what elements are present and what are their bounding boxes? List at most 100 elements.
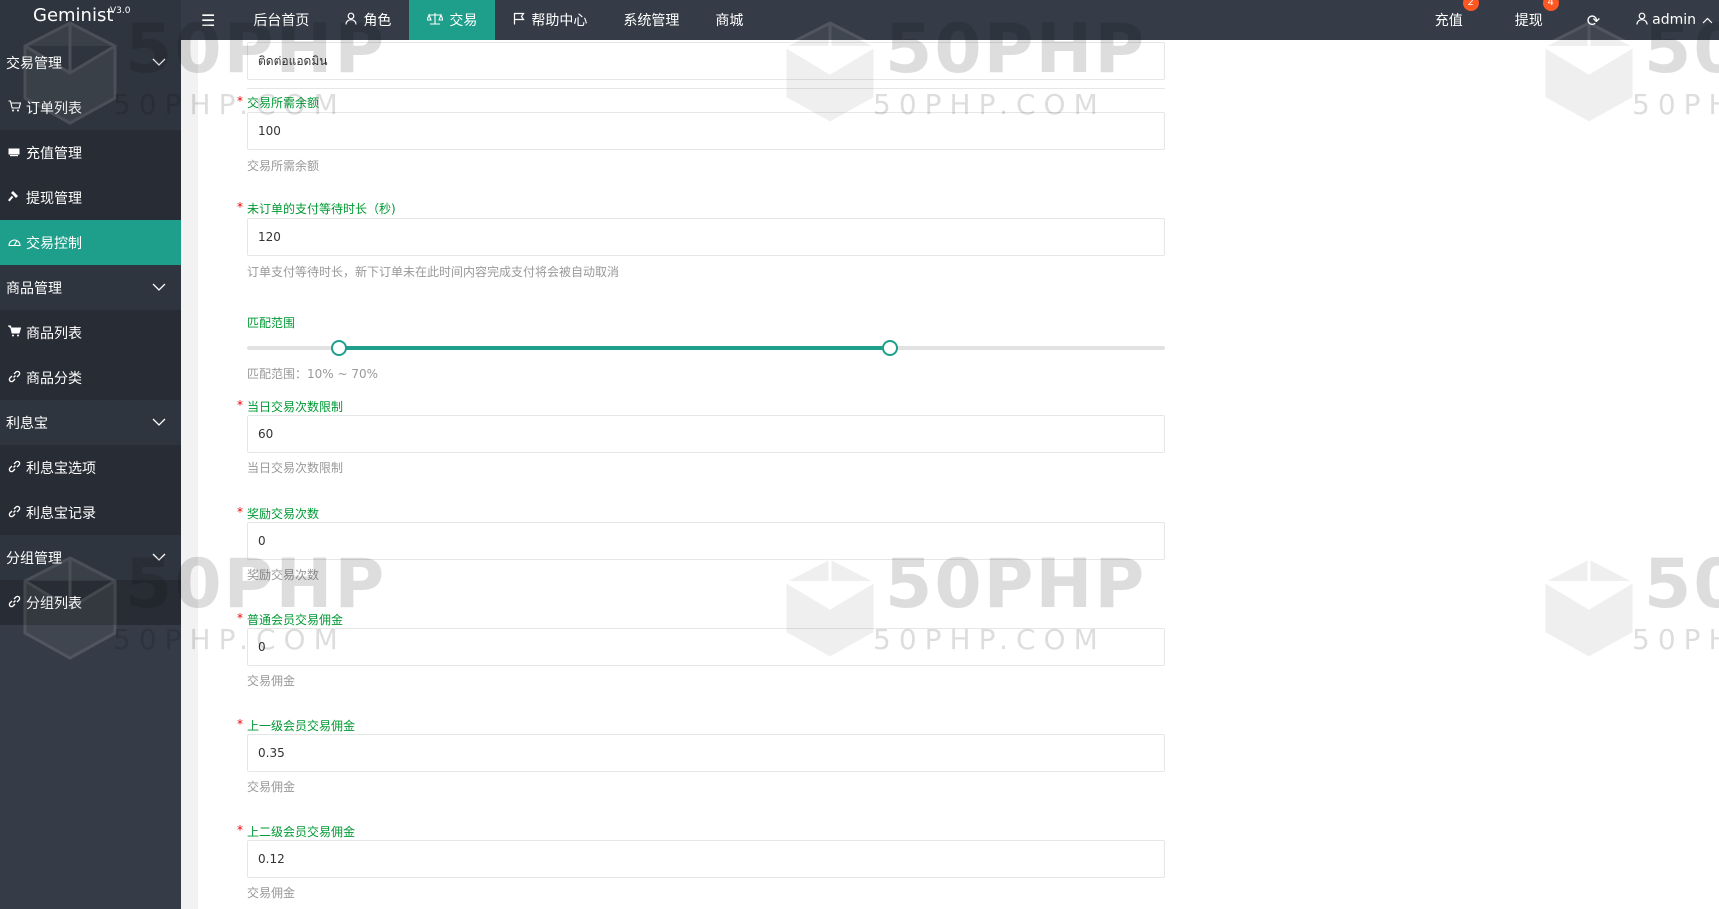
- required-mark: *: [237, 398, 243, 412]
- required-mark: *: [237, 717, 243, 731]
- sidebar-item-recharge[interactable]: 充值管理: [0, 130, 181, 175]
- field-label-text: 普通会员交易佣金: [247, 613, 344, 627]
- chevron-down-icon: [152, 283, 166, 291]
- nav-help[interactable]: 帮助中心: [495, 0, 605, 40]
- bonus-count-input[interactable]: [247, 522, 1165, 560]
- sidebar-item-interest-options[interactable]: 利息宝选项: [0, 445, 181, 490]
- field-help: 交易佣金: [247, 674, 296, 688]
- sidebar-item-label: 提现管理: [26, 190, 82, 207]
- field-help: 交易所需余额: [247, 159, 320, 173]
- person-icon: [345, 12, 357, 29]
- scale-icon: [426, 12, 445, 29]
- hammer-icon: [6, 190, 22, 205]
- sidebar-item-goods-category[interactable]: 商品分类: [0, 355, 181, 400]
- nav-system-label: 系统管理: [623, 13, 680, 29]
- field-label: * 普通会员交易佣金: [237, 611, 344, 628]
- field-label: * 奖励交易次数: [237, 505, 320, 522]
- chevron-up-icon: [1702, 14, 1713, 27]
- wait-time-input[interactable]: [247, 218, 1165, 256]
- link-icon: [6, 505, 22, 521]
- user-name: admin: [1652, 12, 1696, 28]
- menu-toggle-button[interactable]: ☰: [181, 0, 235, 40]
- menu-icon: ☰: [201, 10, 216, 30]
- chevron-down-icon: [152, 553, 166, 561]
- sidebar-group-interest[interactable]: 利息宝: [0, 400, 181, 445]
- nav-role[interactable]: 角色: [327, 0, 409, 40]
- nav-help-label: 帮助中心: [531, 13, 588, 29]
- field-label: * 交易所需余额: [237, 94, 320, 111]
- slider-handle-min[interactable]: [330, 340, 347, 356]
- field-label-text: 未订单的支付等待时长（秒): [247, 202, 396, 216]
- top-nav: ☰ 后台首页 角色 交易 帮助中心 系统管理 商城: [181, 0, 761, 40]
- field-label-text: 上一级会员交易佣金: [247, 719, 356, 733]
- sidebar-item-goods-list[interactable]: 商品列表: [0, 310, 181, 355]
- required-mark: *: [237, 505, 243, 519]
- daily-limit-input[interactable]: [247, 415, 1165, 453]
- nav-system[interactable]: 系统管理: [605, 0, 697, 40]
- recharge-label: 充值: [1434, 13, 1463, 29]
- sidebar-item-label: 分组列表: [26, 595, 82, 612]
- field-label-text: 交易所需余额: [247, 96, 320, 110]
- field-label: * 上一级会员交易佣金: [237, 717, 356, 734]
- sidebar-group-label: 利息宝: [6, 415, 48, 432]
- field-label-text: 上二级会员交易佣金: [247, 825, 356, 839]
- sidebar-item-label: 利息宝选项: [26, 460, 96, 477]
- withdraw-label: 提现: [1514, 13, 1543, 29]
- cart-icon: [6, 100, 22, 115]
- sidebar-group-label: 交易管理: [6, 55, 62, 72]
- money-icon: [6, 146, 22, 160]
- slider-handle-max[interactable]: [881, 340, 898, 356]
- nav-trade[interactable]: 交易: [409, 0, 496, 40]
- required-mark: *: [237, 200, 243, 214]
- required-mark: *: [237, 611, 243, 625]
- nav-mall-label: 商城: [715, 13, 744, 29]
- nav-home-label: 后台首页: [253, 13, 310, 29]
- slider-fill: [338, 346, 890, 350]
- withdraw-link[interactable]: 提现 4: [1489, 0, 1569, 40]
- normal-commission-input[interactable]: [247, 628, 1165, 666]
- field-label: 匹配范围: [247, 316, 296, 330]
- refresh-icon: ⟳: [1586, 10, 1601, 30]
- nav-mall[interactable]: 商城: [697, 0, 761, 40]
- required-mark: *: [237, 823, 243, 837]
- field-label-text: 奖励交易次数: [247, 507, 320, 521]
- recharge-link[interactable]: 充值 2: [1409, 0, 1489, 40]
- recharge-badge: 2: [1462, 0, 1479, 11]
- balance-input[interactable]: [247, 112, 1165, 150]
- range-slider[interactable]: [247, 340, 1165, 356]
- main-content: * 交易所需余额 交易所需余额 * 未订单的支付等待时长（秒) 订单支付等待时长，新…: [198, 40, 1719, 909]
- nav-trade-label: 交易: [449, 13, 478, 29]
- logo[interactable]: Geminist V3.0: [0, 0, 181, 40]
- sidebar-item-label: 利息宝记录: [26, 505, 96, 522]
- sidebar-item-group-list[interactable]: 分组列表: [0, 580, 181, 625]
- cart-icon: [6, 325, 22, 340]
- flag-icon: [513, 12, 525, 29]
- right-nav: 充值 2 提现 4 ⟳ admin: [1409, 0, 1719, 40]
- field-label-text: 当日交易次数限制: [247, 400, 344, 414]
- sidebar-item-interest-records[interactable]: 利息宝记录: [0, 490, 181, 535]
- refresh-button[interactable]: ⟳: [1569, 0, 1618, 40]
- level2-commission-input[interactable]: [247, 840, 1165, 878]
- field-help: 交易佣金: [247, 780, 296, 794]
- app-version: V3.0: [110, 6, 131, 16]
- sidebar-group-goods[interactable]: 商品管理: [0, 265, 181, 310]
- field-label: * 当日交易次数限制: [237, 398, 344, 415]
- field-label: * 上二级会员交易佣金: [237, 823, 356, 840]
- sidebar-item-trade-control[interactable]: 交易控制: [0, 220, 181, 265]
- sidebar-item-withdraw[interactable]: 提现管理: [0, 175, 181, 220]
- sidebar-item-label: 商品分类: [26, 370, 82, 387]
- level1-commission-input[interactable]: [247, 734, 1165, 772]
- sidebar-item-order-list[interactable]: 订单列表: [0, 85, 181, 130]
- withdraw-badge: 4: [1542, 0, 1559, 11]
- field-help: 当日交易次数限制: [247, 461, 344, 475]
- field-help: 奖励交易次数: [247, 568, 320, 582]
- link-icon: [6, 595, 22, 611]
- sidebar-group-label: 商品管理: [6, 280, 62, 297]
- user-menu[interactable]: admin: [1618, 0, 1719, 40]
- top-field-input[interactable]: [247, 42, 1165, 80]
- sidebar-group-groups[interactable]: 分组管理: [0, 535, 181, 580]
- nav-home[interactable]: 后台首页: [235, 0, 327, 40]
- field-label: * 未订单的支付等待时长（秒): [237, 200, 396, 217]
- top-bar: Geminist V3.0 ☰ 后台首页 角色 交易 帮助中心 系统管理 商城 …: [0, 0, 1719, 40]
- sidebar-group-trade[interactable]: 交易管理: [0, 40, 181, 85]
